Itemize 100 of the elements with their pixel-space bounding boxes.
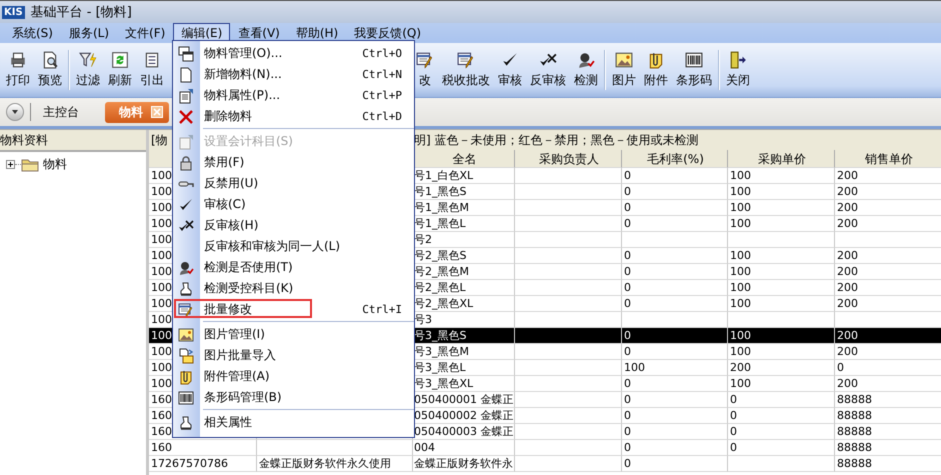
toolbar-button[interactable]: 反审核 <box>526 51 570 89</box>
app-logo: KIS <box>2 6 25 18</box>
table-cell: 100 <box>151 345 172 358</box>
table-cell: 号3_黑色M <box>414 345 469 358</box>
table-cell: 004 <box>414 441 435 454</box>
table-cell: 100 <box>151 361 172 374</box>
table-cell: 号2_黑色L <box>414 281 466 294</box>
properties-icon <box>178 88 194 104</box>
table-cell: 0 <box>730 425 737 438</box>
tree-item[interactable]: 物料 <box>43 156 67 173</box>
column-header[interactable]: 毛利率(%) <box>622 150 728 168</box>
table-cell: 88888 <box>837 409 872 422</box>
menu-item[interactable]: 查看(V) <box>230 22 288 44</box>
menu-item[interactable]: 删除物料 Ctrl+D <box>173 106 414 127</box>
table-cell: 号1_白色XL <box>414 169 474 182</box>
person-check-icon <box>577 51 595 69</box>
table-cell: 100 <box>151 185 172 198</box>
column-header[interactable]: 采购单价 <box>728 150 835 168</box>
import-icon <box>178 348 194 364</box>
table-cell: 金蝶正版财务软件永久使用 <box>259 457 391 470</box>
table-cell: 0 <box>624 265 631 278</box>
table-cell: 100 <box>151 217 172 230</box>
preview-icon <box>41 51 59 69</box>
check-cross-icon <box>178 218 194 234</box>
menu-item[interactable]: 我要反馈(Q) <box>346 22 430 44</box>
table-cell: 200 <box>837 185 858 198</box>
table-cell: 200 <box>837 345 858 358</box>
toolbar-button[interactable]: 过滤 <box>72 51 104 89</box>
tab[interactable]: 主控台 <box>37 102 85 122</box>
table-cell: 160 <box>151 393 172 406</box>
toolbar-button[interactable]: 关闭 <box>722 51 754 89</box>
delete-icon <box>178 108 194 124</box>
table-cell: 号1_黑色S <box>414 185 466 198</box>
table-cell: 0 <box>730 393 737 406</box>
edit-icon <box>178 302 194 318</box>
column-header[interactable]: 销售单价 <box>835 150 941 168</box>
table-cell: 号2_黑色M <box>414 265 469 278</box>
table-cell: 0 <box>624 409 631 422</box>
table-row[interactable]: 17267570786 金蝶正版财务软件永久使用 金蝶正版财务软件永 0 88888 <box>149 456 941 472</box>
legend-text: [物 <box>150 132 169 148</box>
expand-icon[interactable] <box>6 160 15 169</box>
table-cell: 200 <box>837 265 858 278</box>
table-cell: 100 <box>730 329 751 342</box>
table-cell: 160 <box>151 425 172 438</box>
table-cell: 100 <box>151 297 172 310</box>
refresh-icon <box>111 51 129 69</box>
toolbar-button[interactable]: 图片 <box>608 51 640 89</box>
toolbar-button[interactable]: 刷新 <box>104 51 136 89</box>
menu-item[interactable]: 检测受控科目(K) <box>173 278 414 299</box>
table-cell: 100 <box>730 377 751 390</box>
toolbar-button[interactable]: 预览 <box>34 51 66 89</box>
lock-icon <box>178 154 194 170</box>
menu-item[interactable]: 物料属性(P)... Ctrl+P <box>173 85 414 106</box>
toolbar-button[interactable]: 税收批改 <box>438 51 494 89</box>
menu-item[interactable]: 服务(L) <box>60 22 118 44</box>
window-title: 基础平台 - [物料] <box>30 4 132 21</box>
table-row[interactable]: 160 004 0 0 88888 <box>149 440 941 456</box>
menu-item[interactable]: 帮助(H) <box>288 22 346 44</box>
toolbar-button[interactable]: 引出 <box>136 51 168 89</box>
table-cell: 100 <box>730 345 751 358</box>
table-cell: 100 <box>151 377 172 390</box>
table-cell: 200 <box>837 217 858 230</box>
table-cell: 100 <box>730 281 751 294</box>
table-cell: 050400002 金蝶正 <box>414 409 514 422</box>
table-cell: 200 <box>837 249 858 262</box>
column-header[interactable]: 采购负责人 <box>515 150 622 168</box>
toolbar-button[interactable]: 审核 <box>494 51 526 89</box>
table-cell: 号1_黑色M <box>414 201 469 214</box>
toolbar-button[interactable]: 打印 <box>2 51 34 89</box>
dropdown-icon[interactable] <box>6 103 24 121</box>
table-cell: 0 <box>624 169 631 182</box>
table-cell: 0 <box>730 441 737 454</box>
toolbar-button[interactable]: 条形码 <box>672 51 716 89</box>
check-icon <box>178 196 194 212</box>
table-cell: 100 <box>151 313 172 326</box>
menu-item[interactable]: 批量修改 Ctrl+I <box>173 299 414 320</box>
paperclip-icon <box>178 368 194 384</box>
menu-item[interactable]: 物料管理(O)... Ctrl+O <box>173 43 414 64</box>
toolbar-button[interactable]: 检测 <box>570 51 602 89</box>
table-cell: 0 <box>624 281 631 294</box>
document-icon <box>143 51 161 69</box>
table-cell: 200 <box>837 297 858 310</box>
table-cell: 160 <box>151 409 172 422</box>
table-cell: 100 <box>730 201 751 214</box>
table-cell: 200 <box>837 201 858 214</box>
picture-icon <box>178 326 194 342</box>
table-cell: 88888 <box>837 457 872 470</box>
menu-item[interactable]: 系统(S) <box>4 22 61 44</box>
table-cell: 100 <box>151 249 172 262</box>
table-cell: 88888 <box>837 425 872 438</box>
menu-item[interactable]: 新增物料(N)... Ctrl+N <box>173 64 414 85</box>
picture-icon <box>615 51 633 69</box>
table-cell: 0 <box>624 249 631 262</box>
printer-icon <box>9 51 27 69</box>
toolbar-button[interactable]: 附件 <box>640 51 672 89</box>
table-cell: 100 <box>151 169 172 182</box>
table-cell: 0 <box>730 409 737 422</box>
menu-item[interactable]: 文件(F) <box>117 22 174 44</box>
panel-title: 物料资料 <box>0 130 146 152</box>
edit-icon <box>416 51 434 69</box>
